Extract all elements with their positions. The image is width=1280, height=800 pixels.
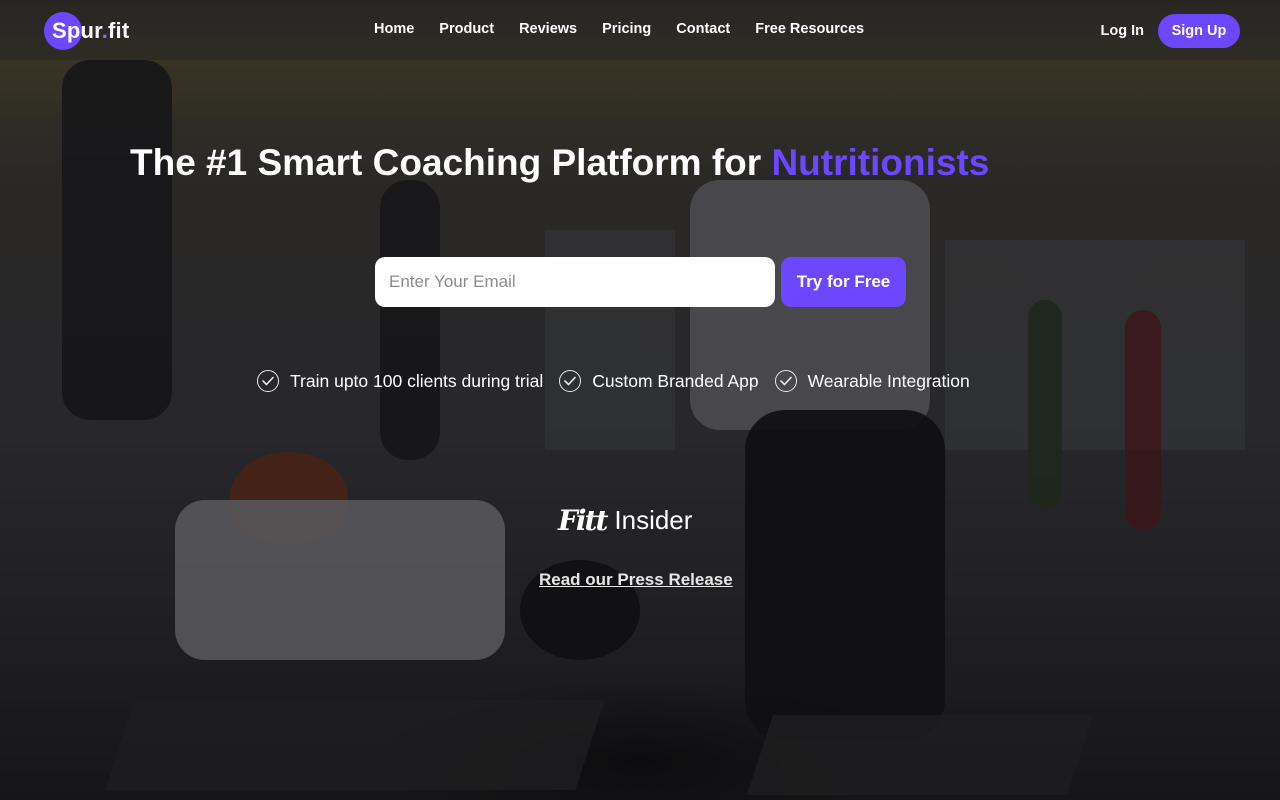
try-for-free-button[interactable]: Try for Free [781, 257, 906, 307]
feature-item: Custom Branded App [559, 370, 759, 392]
feature-label: Train upto 100 clients during trial [290, 370, 544, 391]
fitt-insider-logo: Fitt Insider [558, 504, 692, 537]
signup-form: Try for Free [375, 257, 906, 307]
fitt-logo-mark: Fitt [558, 504, 608, 537]
nav-free-resources[interactable]: Free Resources [755, 21, 864, 37]
fitt-logo-name: Insider [614, 505, 693, 535]
hero-dark-overlay [0, 0, 1280, 800]
signup-button[interactable]: Sign Up [1158, 14, 1240, 48]
nav-reviews[interactable]: Reviews [519, 21, 577, 37]
feature-label: Custom Branded App [592, 370, 759, 391]
feature-item: Train upto 100 clients during trial [257, 370, 543, 392]
check-circle-icon [559, 370, 582, 392]
nav-contact[interactable]: Contact [676, 21, 730, 37]
feature-list: Train upto 100 clients during trial Cust… [257, 370, 970, 392]
press-release-link[interactable]: Read our Press Release [539, 570, 733, 590]
check-circle-icon [774, 370, 797, 392]
logo-name-primary: Spur [52, 18, 102, 43]
nav-home[interactable]: Home [374, 21, 414, 37]
feature-label: Wearable Integration [807, 370, 970, 391]
spurfit-logo[interactable]: Spur.fit [44, 12, 129, 50]
top-header: Spur.fit Home Product Reviews Pricing Co… [0, 0, 1280, 62]
hero-title-accent: Nutritionists [771, 142, 990, 183]
hero-title-main: The #1 Smart Coaching Platform for [130, 142, 772, 183]
nav-pricing[interactable]: Pricing [602, 21, 651, 37]
hero-title: The #1 Smart Coaching Platform for Nutri… [130, 142, 1150, 184]
main-nav: Home Product Reviews Pricing Contact Fre… [374, 21, 864, 37]
email-input[interactable] [375, 257, 775, 307]
auth-actions: Log In Sign Up [1101, 14, 1240, 48]
feature-item: Wearable Integration [774, 370, 970, 392]
login-link[interactable]: Log In [1101, 23, 1145, 39]
nav-product[interactable]: Product [439, 21, 494, 37]
check-circle-icon [257, 370, 279, 392]
logo-name-secondary: fit [108, 18, 130, 43]
